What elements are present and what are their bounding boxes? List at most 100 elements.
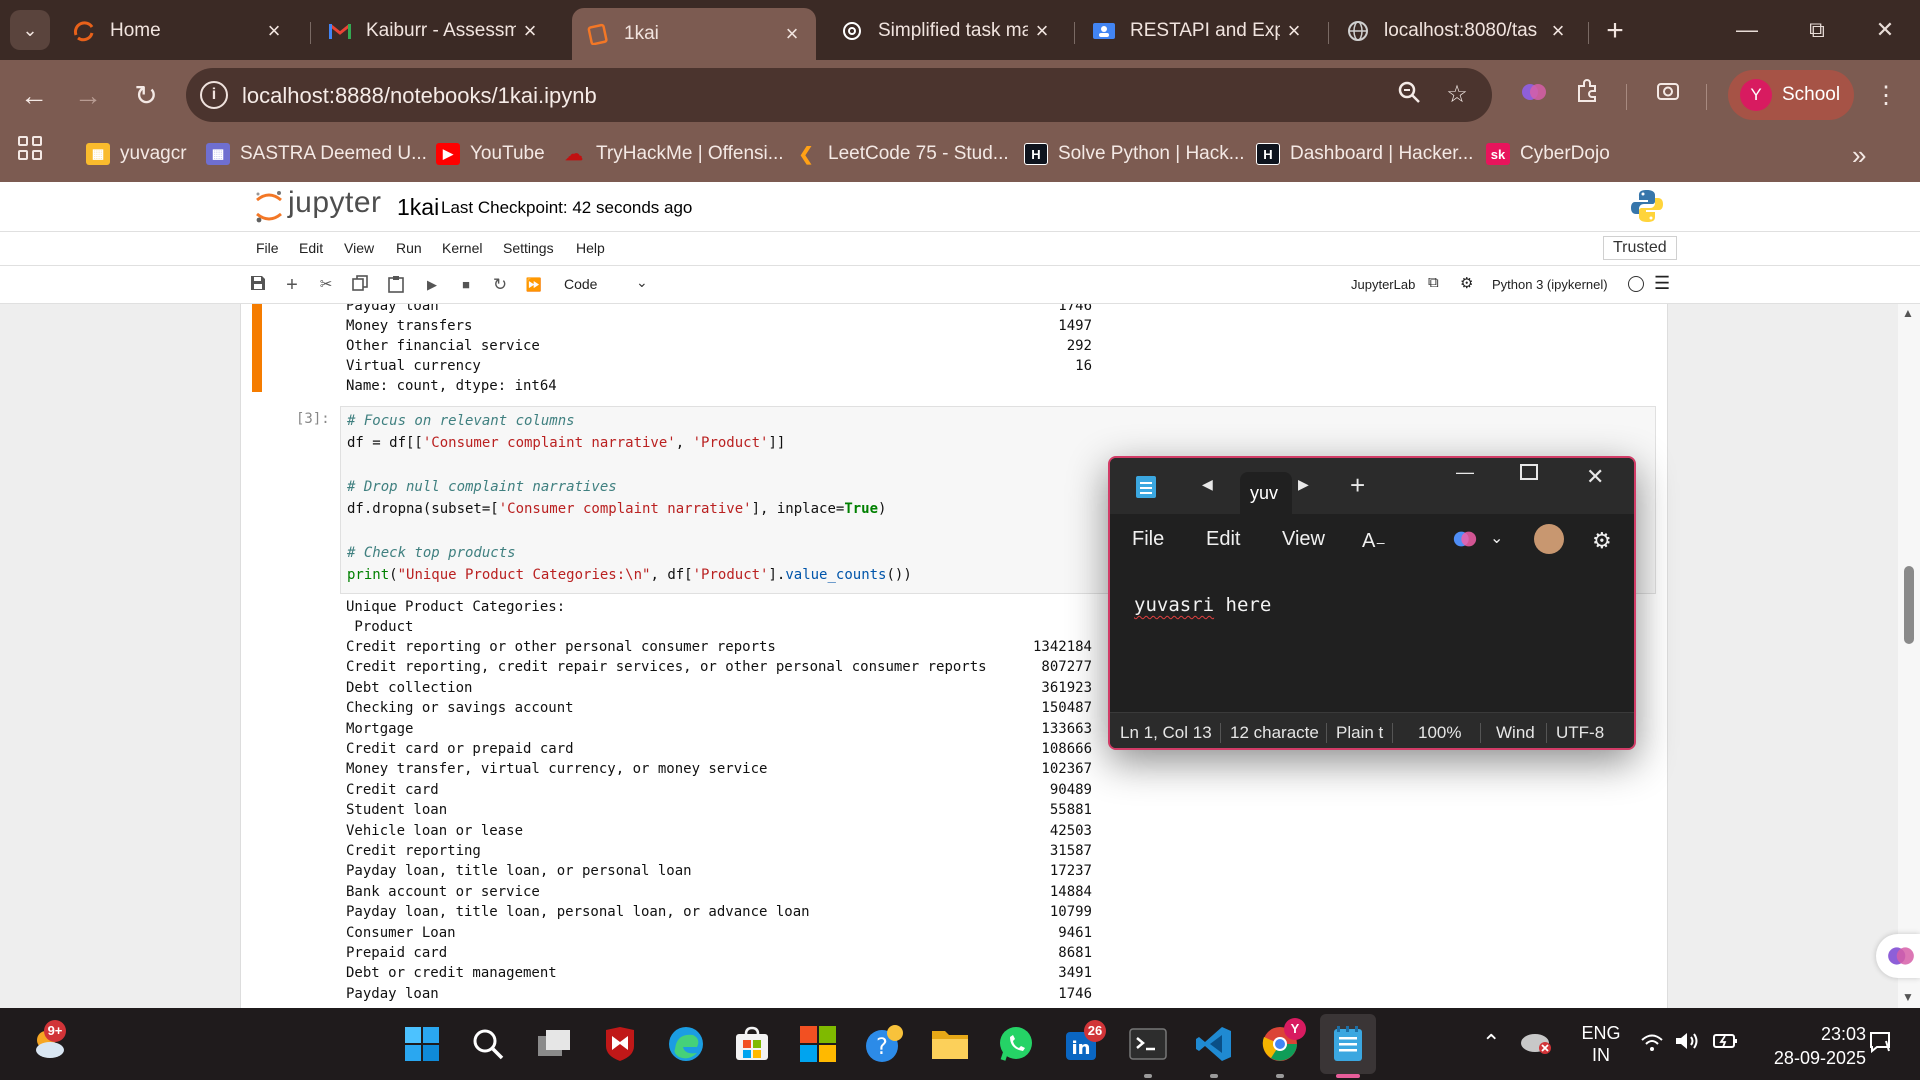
site-info-icon[interactable]: i [200, 81, 228, 109]
file-explorer-icon[interactable] [926, 1020, 974, 1068]
reload-button[interactable]: ↻ [126, 76, 166, 116]
terminal-icon[interactable] [1124, 1020, 1172, 1068]
get-help-icon[interactable]: ? [860, 1020, 908, 1068]
trusted-indicator[interactable]: Trusted [1603, 236, 1677, 260]
bookmark-tryhackme[interactable]: ☁ TryHackMe | Offensi... [562, 143, 784, 165]
avatar[interactable] [1534, 524, 1564, 554]
profile-button[interactable]: Y School [1728, 70, 1854, 120]
page-scrollbar[interactable] [1898, 304, 1920, 1008]
tab-scroll-right-icon[interactable]: ▶ [1298, 476, 1309, 493]
bookmark-cyberdojo[interactable]: sk CyberDojo [1486, 143, 1610, 165]
add-cell-icon[interactable]: + [282, 275, 302, 295]
cut-icon[interactable]: ✂ [316, 275, 336, 295]
tab-home[interactable]: Home × [58, 8, 298, 54]
scrollbar-thumb[interactable] [1904, 566, 1914, 644]
fast-forward-icon[interactable]: ⏩ [524, 275, 544, 295]
copy-icon[interactable] [350, 275, 370, 295]
menu-settings[interactable]: Settings [503, 240, 554, 256]
chevron-down-icon[interactable]: ⌄ [1490, 528, 1503, 548]
copilot-sidebar-button[interactable] [1876, 934, 1920, 978]
language-indicator[interactable]: ENG IN [1576, 1022, 1626, 1066]
menu-help[interactable]: Help [576, 240, 605, 256]
bookmark-sastra[interactable]: ▦ SASTRA Deemed U... [206, 143, 427, 165]
close-icon[interactable]: ✕ [1586, 464, 1604, 490]
close-icon[interactable]: × [516, 18, 544, 44]
text-format-icon[interactable]: A₋ [1362, 528, 1386, 553]
paste-icon[interactable] [386, 275, 406, 295]
vscode-icon[interactable] [1190, 1020, 1238, 1068]
copilot-icon[interactable] [1452, 526, 1478, 558]
tab-simplified-task[interactable]: Simplified task ma × [826, 8, 1066, 54]
tab-kaiburr[interactable]: Kaiburr - Assessme × [314, 8, 554, 54]
notepad-editor[interactable]: yuvasri here [1134, 594, 1271, 616]
chevron-double-right-icon[interactable]: » [1852, 140, 1866, 171]
gear-icon[interactable]: ⚙ [1592, 528, 1612, 554]
menu-kernel[interactable]: Kernel [442, 240, 482, 256]
notifications-icon[interactable] [1868, 1030, 1892, 1059]
jupyterlab-link[interactable]: JupyterLab [1351, 277, 1415, 292]
task-view-icon[interactable] [530, 1020, 578, 1068]
notepad-menu-view[interactable]: View [1282, 528, 1325, 551]
notepad-menu-edit[interactable]: Edit [1206, 528, 1240, 551]
bookmark-leetcode[interactable]: ❮ LeetCode 75 - Stud... [794, 143, 1008, 165]
tab-restapi[interactable]: RESTAPI and Expre × [1078, 8, 1318, 54]
encoding[interactable]: UTF-8 [1556, 723, 1616, 743]
new-tab-button[interactable]: + [1598, 14, 1632, 48]
edge-icon[interactable] [662, 1020, 710, 1068]
bookmark-hackerrank-python[interactable]: H Solve Python | Hack... [1024, 143, 1245, 165]
chevron-down-icon[interactable]: ⌄ [636, 274, 648, 291]
notebook-name[interactable]: 1kai [397, 194, 439, 221]
close-icon[interactable]: × [1544, 18, 1572, 44]
menu-file[interactable]: File [256, 240, 279, 256]
menu-run[interactable]: Run [396, 240, 422, 256]
tab-search-button[interactable]: ⌄ [10, 10, 50, 50]
bookmark-star-icon[interactable]: ☆ [1442, 80, 1472, 110]
notepad-taskbar-icon[interactable] [1320, 1014, 1376, 1074]
clock[interactable]: 23:03 28-09-2025 [1756, 1022, 1866, 1070]
menu-view[interactable]: View [344, 240, 374, 256]
menu-edit[interactable]: Edit [299, 240, 323, 256]
start-button[interactable] [398, 1020, 446, 1068]
tab-1kai[interactable]: 1kai × [572, 8, 816, 60]
search-icon[interactable] [464, 1020, 512, 1068]
text-format[interactable]: Plain t [1336, 723, 1386, 743]
line-ending[interactable]: Wind [1496, 723, 1542, 743]
tab-localhost-8080[interactable]: localhost:8080/tas × [1332, 8, 1582, 54]
close-icon[interactable]: × [1028, 18, 1056, 44]
volume-icon[interactable] [1674, 1030, 1700, 1057]
url-text[interactable]: localhost:8888/notebooks/1kai.ipynb [242, 83, 597, 109]
zoom-icon[interactable] [1394, 80, 1424, 110]
tab-scroll-left-icon[interactable]: ◀ [1202, 476, 1213, 493]
kernel-name[interactable]: Python 3 (ipykernel) [1492, 277, 1608, 292]
close-icon[interactable]: × [1280, 18, 1308, 44]
restore-button[interactable]: ⧉ [1792, 12, 1842, 48]
wifi-icon[interactable] [1640, 1032, 1664, 1057]
forward-button[interactable]: → [68, 76, 108, 116]
back-button[interactable]: ← [14, 76, 54, 116]
minimize-button[interactable]: — [1722, 12, 1772, 48]
copilot-extension-icon[interactable] [1516, 78, 1552, 114]
bookmark-yuvagcr[interactable]: ▦ yuvagcr [86, 143, 187, 165]
close-window-button[interactable]: ✕ [1860, 12, 1910, 48]
minimize-icon[interactable]: — [1456, 462, 1474, 483]
save-icon[interactable] [248, 275, 268, 295]
menu-kebab-icon[interactable]: ⋮ [1868, 78, 1904, 114]
cell-type-select[interactable]: Code [564, 276, 597, 292]
close-icon[interactable]: × [260, 18, 288, 44]
external-link-icon[interactable]: ⧉ [1428, 274, 1439, 291]
bookmark-youtube[interactable]: ▶ YouTube [436, 143, 545, 165]
apps-grid-icon[interactable] [18, 136, 44, 162]
screenshot-camera-icon[interactable] [1650, 78, 1686, 114]
run-icon[interactable]: ▶ [422, 275, 442, 295]
restart-icon[interactable]: ↻ [490, 275, 510, 295]
microsoft-365-icon[interactable] [794, 1020, 842, 1068]
microsoft-store-icon[interactable] [728, 1020, 776, 1068]
hamburger-menu-icon[interactable]: ☰ [1654, 273, 1670, 294]
mcafee-icon[interactable] [596, 1020, 644, 1068]
new-tab-plus-icon[interactable]: + [1350, 470, 1365, 501]
whatsapp-icon[interactable] [992, 1020, 1040, 1068]
close-icon[interactable]: × [778, 21, 806, 47]
notepad-tab[interactable]: yuv [1240, 472, 1292, 514]
debugger-bug-icon[interactable]: ⚙ [1460, 274, 1473, 292]
address-bar[interactable]: i localhost:8888/notebooks/1kai.ipynb ☆ [186, 68, 1492, 122]
